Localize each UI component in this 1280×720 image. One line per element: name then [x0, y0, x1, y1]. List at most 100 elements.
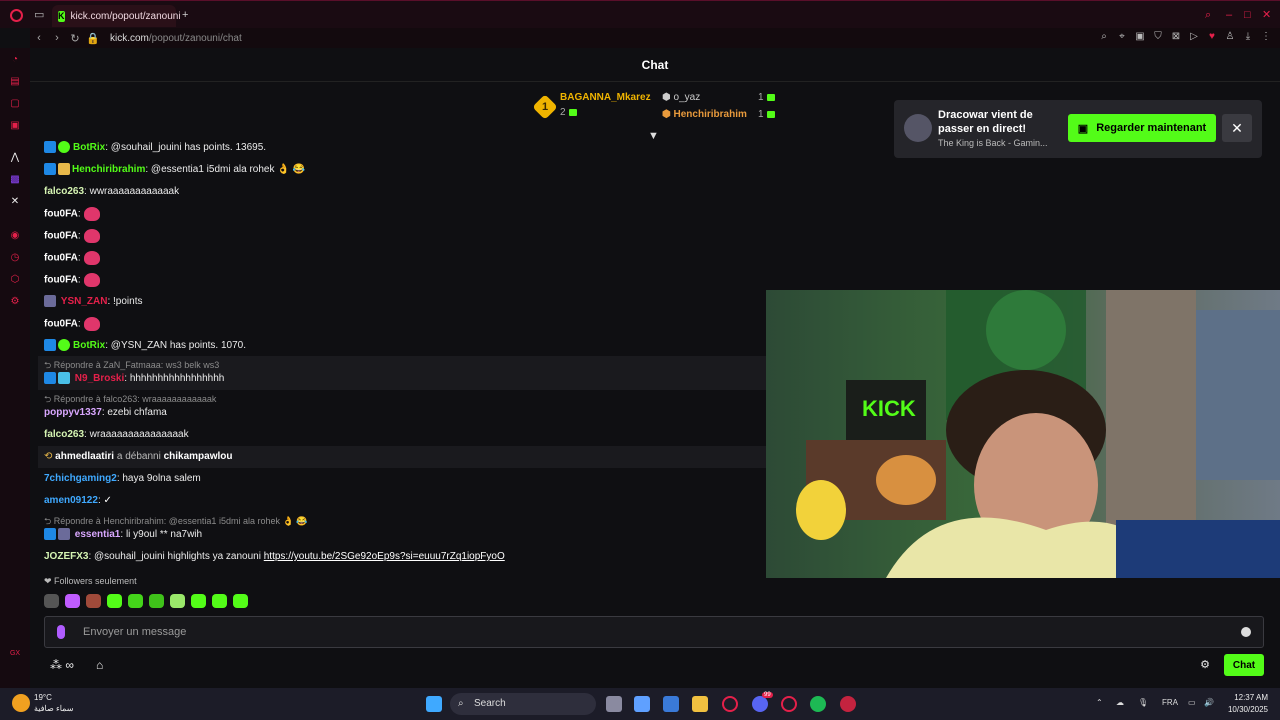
emote-icon[interactable]	[191, 594, 206, 608]
emote-icon[interactable]	[44, 594, 59, 608]
reload-icon[interactable]: ↻	[66, 32, 84, 45]
swoosh-emote-icon: ✓	[103, 495, 112, 506]
send-chat-button[interactable]: Chat	[1224, 654, 1264, 676]
watch-now-button[interactable]: ▣ Regarder maintenant	[1068, 114, 1216, 142]
forward-icon[interactable]: ›	[48, 32, 66, 44]
messenger-icon[interactable]: ▢	[9, 98, 21, 110]
username[interactable]: Henchiribrahim	[72, 164, 145, 175]
settings-gear-icon[interactable]: ⚙	[1200, 658, 1210, 671]
windows-start-icon[interactable]	[426, 696, 442, 712]
reply-context[interactable]: ⮌ Répondre à ZaN_Fatmaaa: ws3 belk ws3	[44, 358, 219, 372]
copilot-icon[interactable]	[634, 696, 650, 712]
username[interactable]: 7chichgaming2	[44, 473, 117, 484]
weather-icon[interactable]	[12, 694, 30, 712]
username[interactable]: N9_Broski	[75, 373, 124, 384]
opera-gx-taskbar-icon[interactable]	[781, 696, 797, 712]
history-icon[interactable]: ◷	[9, 252, 21, 264]
pin-icon[interactable]: ⌖	[1116, 31, 1128, 43]
username[interactable]: YSN_ZAN	[61, 296, 108, 307]
taskbar-clock[interactable]: 12:37 AM 10/30/2025	[1228, 692, 1268, 716]
music-icon[interactable]: ▣	[9, 120, 21, 132]
reply-context[interactable]: ⮌ Répondre à Henchiribrahim: @essentia1 …	[44, 514, 307, 528]
heart-icon[interactable]: ♥	[1206, 31, 1218, 43]
extensions-icon[interactable]: ⬡	[9, 274, 21, 286]
points-icon[interactable]: ⁂ ∞	[50, 658, 74, 672]
emote-icon[interactable]	[212, 594, 227, 608]
emote-icon[interactable]	[233, 594, 248, 608]
username[interactable]: fou0FA	[44, 319, 78, 330]
zoom-icon[interactable]: ⌕	[1098, 31, 1110, 43]
emote-icon[interactable]	[170, 594, 185, 608]
volume-icon[interactable]: 🔊	[1204, 698, 1214, 707]
message-input[interactable]: Envoyer un message	[44, 616, 1264, 648]
mic-tray-icon[interactable]: 🎙	[1138, 698, 1148, 707]
opera-taskbar-icon[interactable]	[722, 696, 738, 712]
username[interactable]: fou0FA	[44, 253, 78, 264]
address-field[interactable]: kick.com/popout/zanouni/chat	[110, 33, 242, 44]
emote-icon[interactable]	[107, 594, 122, 608]
profile-icon[interactable]: ♙	[1224, 31, 1236, 43]
username[interactable]: falco263	[44, 429, 84, 440]
username[interactable]: essentia1	[75, 529, 121, 540]
ai-icon[interactable]: ◔	[9, 54, 21, 66]
vpn-icon[interactable]: ⊠	[1170, 31, 1182, 43]
username[interactable]: BotRix	[73, 142, 105, 153]
reply-context[interactable]: ⮌ Répondre à falco263: wraaaaaaaaaaaak	[44, 392, 216, 406]
file-explorer-icon[interactable]	[692, 696, 708, 712]
download-icon[interactable]: ⤓	[1242, 31, 1254, 43]
browser-tab[interactable]: K kick.com/popout/zanouni	[52, 5, 181, 27]
new-tab-button[interactable]: +	[182, 10, 193, 21]
task-view-icon[interactable]	[606, 696, 622, 712]
kick-sidebar-icon[interactable]: ⋀	[9, 152, 21, 164]
menu-icon[interactable]: ⋮	[1260, 31, 1272, 43]
leader-second-name[interactable]: ⬢ o_yaz	[662, 92, 700, 103]
username[interactable]: amen09122	[44, 495, 98, 506]
username[interactable]: fou0FA	[44, 275, 78, 286]
username[interactable]: BotRix	[73, 340, 105, 351]
back-icon[interactable]: ‹	[30, 32, 48, 44]
onedrive-icon[interactable]: ☁	[1116, 698, 1124, 707]
discord-icon[interactable]	[752, 696, 768, 712]
username[interactable]: falco263	[44, 186, 84, 197]
opera-logo-icon[interactable]	[10, 9, 23, 22]
store-icon[interactable]: ⌂	[96, 658, 103, 672]
spotify-icon[interactable]	[810, 696, 826, 712]
shield-icon[interactable]: ⛉	[1152, 31, 1164, 43]
taskbar-search[interactable]: ⌕ Search	[450, 693, 596, 715]
leader-third-name[interactable]: ⬢ Henchiribrahim	[662, 109, 747, 120]
search-icon[interactable]: ⌕	[1205, 10, 1216, 21]
stream-video[interactable]: KICK	[766, 290, 1280, 578]
wallet-icon[interactable]: ▤	[9, 76, 21, 88]
maximize-icon[interactable]: □	[1244, 10, 1255, 21]
settings-icon[interactable]: ⚙	[9, 296, 21, 308]
leader-first-name[interactable]: BAGANNA_Mkarez	[560, 92, 651, 103]
username[interactable]: fou0FA	[44, 209, 78, 220]
username[interactable]: fou0FA	[44, 231, 78, 242]
weather-widget[interactable]: 19°C سماء صافية	[34, 692, 74, 714]
message-link[interactable]: https://youtu.be/2SGe92oEp9s?si=euuu7rZq…	[264, 551, 505, 562]
expand-chevron-icon[interactable]: ▼	[648, 130, 659, 142]
emote-icon[interactable]	[86, 594, 101, 608]
gx-icon[interactable]: GX	[9, 648, 21, 660]
network-icon[interactable]: ▭	[1188, 698, 1196, 707]
emote-icon[interactable]	[149, 594, 164, 608]
language-indicator[interactable]: FRA	[1162, 698, 1178, 707]
minimize-icon[interactable]: –	[1226, 10, 1237, 21]
username[interactable]: poppyv1337	[44, 407, 102, 418]
twitch-icon[interactable]: ▩	[9, 174, 21, 186]
emoji-icon[interactable]	[1241, 627, 1251, 637]
close-notification-button[interactable]: ✕	[1222, 114, 1252, 142]
mic-icon[interactable]	[57, 625, 65, 639]
x-icon[interactable]: ✕	[9, 196, 21, 208]
close-window-icon[interactable]: ✕	[1262, 10, 1273, 21]
tab-menu-icon[interactable]: ▭	[34, 10, 45, 21]
tray-chevron-icon[interactable]: ⌃	[1096, 698, 1103, 707]
username[interactable]: JOZEFX3	[44, 551, 88, 562]
emote-icon[interactable]	[65, 594, 80, 608]
store-app-icon[interactable]	[663, 696, 679, 712]
player-sidebar-icon[interactable]: ◉	[9, 230, 21, 242]
emote-icon[interactable]	[128, 594, 143, 608]
snapshot-icon[interactable]: ▣	[1134, 31, 1146, 43]
player-icon[interactable]: ▷	[1188, 31, 1200, 43]
app-icon[interactable]	[840, 696, 856, 712]
